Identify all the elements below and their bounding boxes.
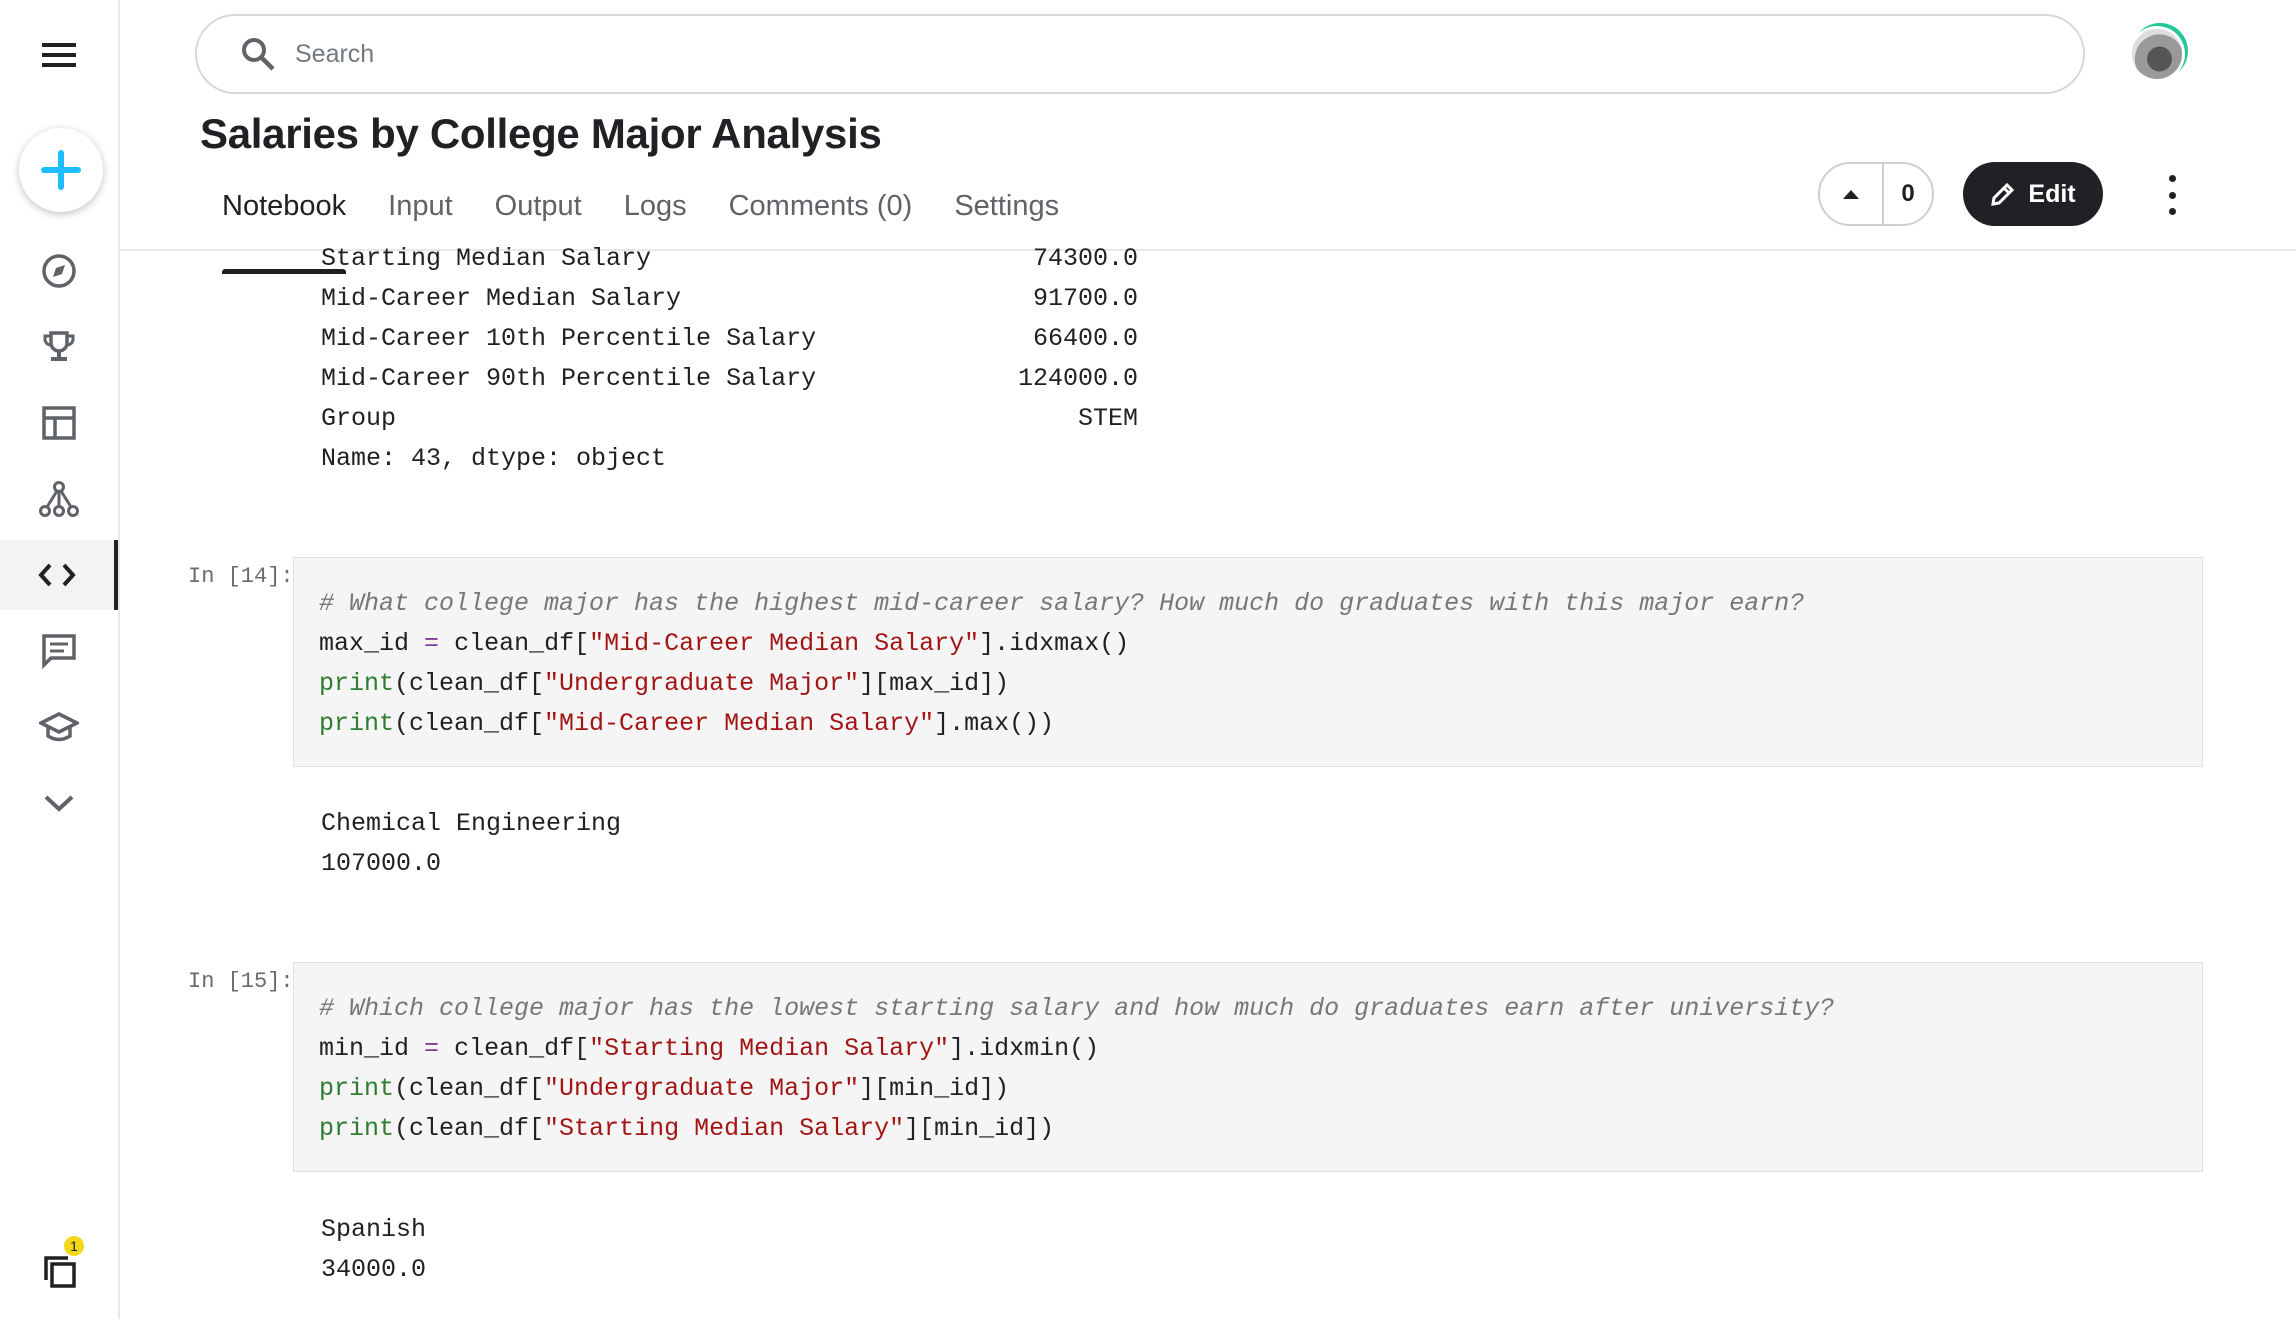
vote-count: 0 bbox=[1901, 180, 1915, 207]
left-sidebar: 1 bbox=[0, 0, 120, 1319]
code-string: "Starting Median Salary" bbox=[544, 1114, 905, 1143]
stacked-pages-icon bbox=[44, 1256, 76, 1288]
tab-settings[interactable]: Settings bbox=[954, 188, 1059, 248]
code-comment: # What college major has the highest mid… bbox=[319, 589, 1805, 618]
code-line: print(clean_df["Undergraduate Major"][mi… bbox=[319, 1074, 1009, 1103]
output-value: 74300.0 bbox=[1032, 244, 1138, 273]
tab-output[interactable]: Output bbox=[495, 188, 582, 248]
compass-icon bbox=[42, 254, 76, 288]
code-cell[interactable]: # Which college major has the lowest sta… bbox=[293, 962, 2203, 1172]
discussion-icon bbox=[42, 634, 76, 669]
output-label: Mid-Career 90th Percentile Salary bbox=[321, 364, 817, 393]
chevron-down-icon bbox=[44, 795, 74, 812]
caret-up-icon bbox=[1843, 190, 1859, 199]
sidebar-item-explore[interactable] bbox=[0, 236, 118, 306]
graduation-cap-icon bbox=[39, 712, 79, 742]
sidebar-item-code[interactable] bbox=[0, 540, 118, 610]
code-line: min_id = clean_df["Starting Median Salar… bbox=[319, 1034, 1100, 1063]
code-call: clean_df[ bbox=[454, 1034, 590, 1063]
code-string: "Undergraduate Major" bbox=[544, 669, 860, 698]
page-title: Salaries by College Major Analysis bbox=[200, 110, 882, 157]
code-builtin: print bbox=[319, 1074, 395, 1103]
edit-label: Edit bbox=[2028, 179, 2076, 208]
search-bar[interactable] bbox=[195, 14, 2085, 94]
tab-input[interactable]: Input bbox=[388, 188, 453, 248]
user-avatar[interactable] bbox=[2132, 29, 2182, 79]
output-label: Mid-Career Median Salary bbox=[321, 284, 682, 313]
notebook-tabs: Notebook Input Output Logs Comments (0) … bbox=[222, 188, 1101, 274]
code-call: (clean_df[ bbox=[394, 1114, 545, 1143]
code-builtin: print bbox=[319, 709, 395, 738]
code-call: (clean_df[ bbox=[394, 1074, 545, 1103]
code-brackets-icon bbox=[38, 563, 76, 587]
output-value: 124000.0 bbox=[1017, 364, 1138, 393]
code-string: "Undergraduate Major" bbox=[544, 1074, 860, 1103]
sidebar-item-discussions[interactable] bbox=[0, 616, 118, 686]
code-line: print(clean_df["Mid-Career Median Salary… bbox=[319, 709, 1054, 738]
cell-output-line: 34000.0 bbox=[321, 1255, 427, 1284]
code-variable: min_id bbox=[319, 1034, 410, 1063]
output-label: Starting Median Salary bbox=[321, 244, 652, 273]
pencil-icon bbox=[1991, 182, 2015, 206]
code-call-end: ][min_id]) bbox=[904, 1114, 1055, 1143]
output-footer: Name: 43, dtype: object bbox=[321, 444, 667, 473]
table-icon bbox=[42, 406, 76, 440]
code-call-end: ].idxmax() bbox=[979, 629, 1130, 658]
code-string: "Mid-Career Median Salary" bbox=[544, 709, 935, 738]
code-line: print(clean_df["Starting Median Salary"]… bbox=[319, 1114, 1054, 1143]
code-builtin: print bbox=[319, 1114, 395, 1143]
models-network-icon bbox=[39, 481, 79, 517]
output-label: Group bbox=[321, 404, 397, 433]
code-comment: # Which college major has the lowest sta… bbox=[319, 994, 1835, 1023]
code-call: (clean_df[ bbox=[394, 709, 545, 738]
tab-logs[interactable]: Logs bbox=[624, 188, 687, 248]
hamburger-menu-icon bbox=[42, 43, 76, 67]
output-value: 91700.0 bbox=[1032, 284, 1138, 313]
sidebar-item-learn[interactable] bbox=[0, 692, 118, 762]
sidebar-item-competitions[interactable] bbox=[0, 312, 118, 382]
notification-badge: 1 bbox=[64, 1236, 84, 1256]
tab-comments[interactable]: Comments (0) bbox=[729, 188, 913, 248]
tab-notebook[interactable]: Notebook bbox=[222, 188, 347, 274]
output-value: 66400.0 bbox=[1032, 324, 1138, 353]
code-call-end: ].idxmin() bbox=[949, 1034, 1100, 1063]
vote-widget: 0 bbox=[1818, 162, 1934, 226]
trophy-icon bbox=[43, 331, 75, 361]
code-call-end: ][min_id]) bbox=[859, 1074, 1010, 1103]
upvote-button[interactable] bbox=[1820, 164, 1884, 224]
sidebar-more-button[interactable] bbox=[0, 768, 118, 838]
sidebar-item-datasets[interactable] bbox=[0, 388, 118, 458]
edit-button[interactable]: Edit bbox=[1963, 162, 2103, 226]
code-call: clean_df[ bbox=[454, 629, 590, 658]
code-call-end: ][max_id]) bbox=[859, 669, 1010, 698]
code-variable: max_id bbox=[319, 629, 410, 658]
cell-output-line: Chemical Engineering bbox=[321, 809, 622, 838]
kebab-dot-icon bbox=[2168, 191, 2176, 199]
cell-prompt: In [15]: bbox=[188, 969, 294, 994]
notifications-button[interactable] bbox=[0, 1236, 118, 1306]
code-line: print(clean_df["Undergraduate Major"][ma… bbox=[319, 669, 1009, 698]
code-line: max_id = clean_df["Mid-Career Median Sal… bbox=[319, 629, 1130, 658]
menu-button[interactable] bbox=[0, 20, 118, 90]
plus-icon bbox=[41, 150, 81, 190]
cell-prompt: In [14]: bbox=[188, 564, 294, 589]
code-call: (clean_df[ bbox=[394, 669, 545, 698]
code-cell[interactable]: # What college major has the highest mid… bbox=[293, 557, 2203, 767]
cell-output-line: Spanish bbox=[321, 1215, 427, 1244]
more-options-button[interactable] bbox=[2160, 175, 2184, 215]
sidebar-item-models[interactable] bbox=[0, 464, 118, 534]
output-value: STEM bbox=[1077, 404, 1138, 433]
create-button[interactable] bbox=[19, 128, 103, 212]
code-string: "Starting Median Salary" bbox=[589, 1034, 950, 1063]
search-icon bbox=[242, 38, 275, 71]
kebab-dot-icon bbox=[2168, 175, 2176, 182]
code-string: "Mid-Career Median Salary" bbox=[589, 629, 980, 658]
kebab-dot-icon bbox=[2168, 208, 2176, 215]
cell-output-line: 107000.0 bbox=[321, 849, 442, 878]
code-call-end: ].max()) bbox=[934, 709, 1055, 738]
code-builtin: print bbox=[319, 669, 395, 698]
output-label: Mid-Career 10th Percentile Salary bbox=[321, 324, 817, 353]
search-input[interactable] bbox=[293, 38, 1997, 70]
